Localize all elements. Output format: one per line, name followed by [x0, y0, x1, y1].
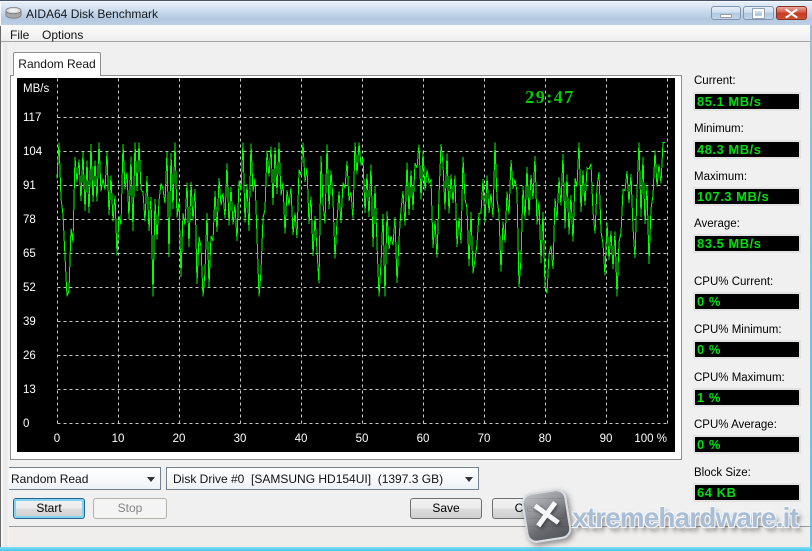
svg-text:30: 30 — [234, 433, 247, 445]
svg-text:0: 0 — [23, 418, 29, 430]
svg-text:70: 70 — [478, 433, 491, 445]
svg-text:MB/s: MB/s — [23, 83, 49, 95]
svg-text:13: 13 — [23, 384, 36, 396]
svg-text:60: 60 — [417, 433, 430, 445]
svg-text:90: 90 — [600, 433, 613, 445]
svg-text:100 %: 100 % — [634, 433, 667, 445]
svg-text:0: 0 — [54, 433, 60, 445]
svg-text:80: 80 — [539, 433, 552, 445]
svg-text:91: 91 — [23, 180, 36, 192]
svg-text:52: 52 — [23, 282, 36, 294]
svg-text:78: 78 — [23, 214, 36, 226]
svg-text:117: 117 — [23, 112, 41, 124]
svg-text:40: 40 — [295, 433, 308, 445]
svg-text:104: 104 — [23, 146, 43, 158]
svg-text:10: 10 — [112, 433, 125, 445]
svg-text:39: 39 — [23, 316, 36, 328]
svg-text:65: 65 — [23, 248, 36, 260]
svg-text:29:47: 29:47 — [525, 87, 575, 107]
svg-text:50: 50 — [356, 433, 369, 445]
svg-text:20: 20 — [173, 433, 186, 445]
svg-text:26: 26 — [23, 350, 36, 362]
